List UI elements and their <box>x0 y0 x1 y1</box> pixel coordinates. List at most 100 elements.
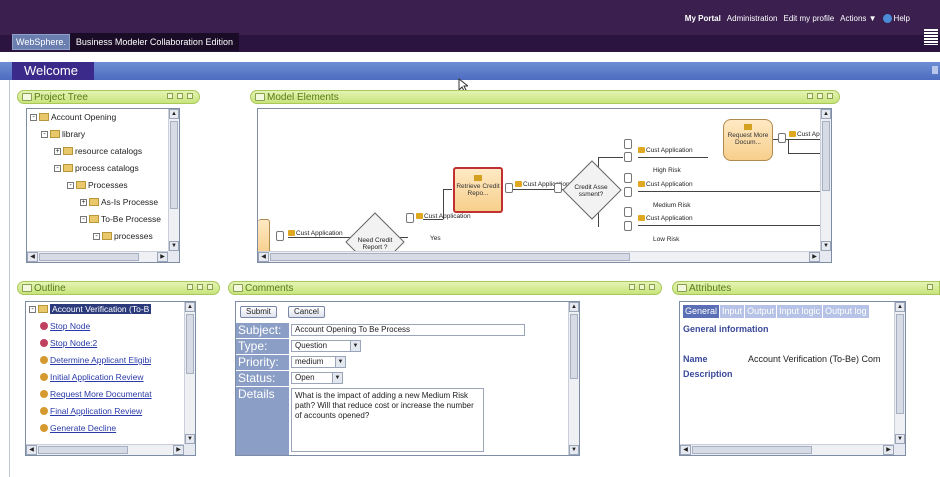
scroll-down-icon[interactable]: ▼ <box>185 434 195 444</box>
tree-item[interactable]: - To-Be Processe <box>80 214 161 224</box>
scroll-up-icon[interactable]: ▲ <box>895 302 905 312</box>
tab-input[interactable]: Input <box>720 305 745 318</box>
cancel-button[interactable]: Cancel <box>288 306 325 318</box>
portlet-menu-icon[interactable] <box>927 284 933 290</box>
outline-item-label[interactable]: Stop Node <box>50 321 90 331</box>
connector-node[interactable] <box>406 213 414 223</box>
horizontal-scrollbar[interactable]: ◀ ▶ <box>27 251 168 262</box>
scroll-down-icon[interactable]: ▼ <box>895 434 905 444</box>
tree-item[interactable]: - Processes <box>67 180 128 190</box>
connector-node[interactable] <box>505 183 513 193</box>
outline-item-label[interactable]: Request More Documentat <box>50 389 152 399</box>
tree-item[interactable]: - processes <box>93 231 153 241</box>
scroll-thumb[interactable] <box>186 314 194 374</box>
subject-input[interactable]: Account Opening To Be Process <box>291 324 525 336</box>
vertical-scrollbar[interactable]: ▲ ▼ <box>184 302 195 444</box>
help-link[interactable]: Help <box>882 14 910 24</box>
scroll-up-icon[interactable]: ▲ <box>169 109 179 119</box>
scroll-thumb[interactable] <box>822 121 830 191</box>
minimize-icon[interactable] <box>197 284 203 290</box>
outline-item[interactable]: Final Application Review <box>40 406 142 416</box>
connector-node[interactable] <box>624 173 632 183</box>
type-select[interactable]: Question ▼ <box>291 340 361 352</box>
task-partial[interactable] <box>258 219 270 254</box>
minimize-icon[interactable] <box>639 284 645 290</box>
scroll-thumb[interactable] <box>570 314 578 379</box>
outline-item[interactable]: Stop Node <box>40 321 90 331</box>
scroll-right-icon[interactable]: ▶ <box>173 445 184 455</box>
process-diagram[interactable]: Cust Application Need Credit Report ? Ye… <box>257 108 832 263</box>
tree-item[interactable]: - library <box>41 129 85 139</box>
connector-node[interactable] <box>554 183 562 193</box>
horizontal-scrollbar[interactable]: ◀ ▶ <box>26 444 184 455</box>
tree-item[interactable]: + resource catalogs <box>54 146 142 156</box>
vertical-scrollbar[interactable]: ▲ ▼ <box>820 109 831 251</box>
outline-item-label[interactable]: Initial Application Review <box>50 372 144 382</box>
details-textarea[interactable]: What is the impact of adding a new Mediu… <box>291 388 484 452</box>
scroll-left-icon[interactable]: ◀ <box>258 252 269 262</box>
portlet-menu-icon[interactable] <box>167 93 173 99</box>
collapse-icon[interactable]: - <box>29 305 36 313</box>
tab-input-logic[interactable]: Input logic <box>777 305 823 318</box>
my-portal-link[interactable]: My Portal <box>685 14 721 23</box>
scroll-right-icon[interactable]: ▶ <box>157 252 168 262</box>
connector-node[interactable] <box>778 133 786 143</box>
project-tree[interactable]: - Account Opening - library + resource cata… <box>26 108 180 263</box>
task-retrieve-credit-report[interactable]: Retrieve Credit Repo... <box>453 167 503 213</box>
scroll-down-icon[interactable]: ▼ <box>169 241 179 251</box>
outline-item-label[interactable]: Generate Decline <box>50 423 116 433</box>
connector-node[interactable] <box>276 231 284 241</box>
maximize-icon[interactable] <box>207 284 213 290</box>
collapse-icon[interactable]: - <box>54 164 61 172</box>
outline-item[interactable]: Generate Decline <box>40 423 116 433</box>
tab-output-logic[interactable]: Output log <box>823 305 869 318</box>
vertical-scrollbar[interactable]: ▲ ▼ <box>894 302 905 444</box>
tree-item[interactable]: + As-Is Processe <box>80 197 158 207</box>
minimize-icon[interactable] <box>817 93 823 99</box>
scroll-left-icon[interactable]: ◀ <box>680 445 691 455</box>
expand-icon[interactable]: + <box>54 147 61 155</box>
scroll-left-icon[interactable]: ◀ <box>26 445 37 455</box>
scroll-thumb[interactable] <box>270 253 630 261</box>
horizontal-scrollbar[interactable]: ◀ ▶ <box>258 251 820 262</box>
scroll-up-icon[interactable]: ▲ <box>821 109 831 119</box>
welcome-tab[interactable]: Welcome <box>12 62 94 80</box>
outline-item-label[interactable]: Final Application Review <box>50 406 142 416</box>
collapse-icon[interactable]: - <box>93 232 100 240</box>
scroll-thumb[interactable] <box>170 121 178 209</box>
scroll-up-icon[interactable]: ▲ <box>185 302 195 312</box>
outline-item-label[interactable]: Determine Applicant Eligibi <box>50 355 151 365</box>
tab-output[interactable]: Output <box>745 305 777 318</box>
connector-node[interactable] <box>624 187 632 197</box>
collapse-icon[interactable]: - <box>30 113 37 121</box>
scroll-right-icon[interactable]: ▶ <box>883 445 894 455</box>
edit-profile-link[interactable]: Edit my profile <box>783 14 834 23</box>
vertical-scrollbar[interactable]: ▲ ▼ <box>168 109 179 251</box>
submit-button[interactable]: Submit <box>240 306 277 318</box>
page-menu-icon[interactable] <box>932 66 938 74</box>
maximize-icon[interactable] <box>827 93 833 99</box>
priority-select[interactable]: medium ▼ <box>291 356 346 368</box>
portlet-menu-icon[interactable] <box>629 284 635 290</box>
scroll-up-icon[interactable]: ▲ <box>569 302 579 312</box>
maximize-icon[interactable] <box>649 284 655 290</box>
scroll-right-icon[interactable]: ▶ <box>809 252 820 262</box>
outline-item[interactable]: Stop Node:2 <box>40 338 97 348</box>
outline-item[interactable]: Request More Documentat <box>40 389 152 399</box>
scroll-thumb[interactable] <box>692 446 812 454</box>
horizontal-scrollbar[interactable]: ◀ ▶ <box>680 444 894 455</box>
scroll-down-icon[interactable]: ▼ <box>821 241 831 251</box>
expand-icon[interactable]: + <box>80 198 87 206</box>
portlet-menu-icon[interactable] <box>187 284 193 290</box>
connector-node[interactable] <box>624 139 632 149</box>
collapse-icon[interactable]: - <box>80 215 87 223</box>
tree-item[interactable]: - Account Opening <box>30 112 116 122</box>
outline-item-label[interactable]: Stop Node:2 <box>50 338 97 348</box>
status-select[interactable]: Open ▼ <box>291 372 343 384</box>
outline-tree[interactable]: - Account Verification (To-B Stop Node St… <box>25 301 196 456</box>
scroll-thumb[interactable] <box>38 446 128 454</box>
maximize-icon[interactable] <box>187 93 193 99</box>
portlet-menu-icon[interactable] <box>807 93 813 99</box>
administration-link[interactable]: Administration <box>727 14 778 23</box>
scroll-thumb[interactable] <box>39 253 139 261</box>
